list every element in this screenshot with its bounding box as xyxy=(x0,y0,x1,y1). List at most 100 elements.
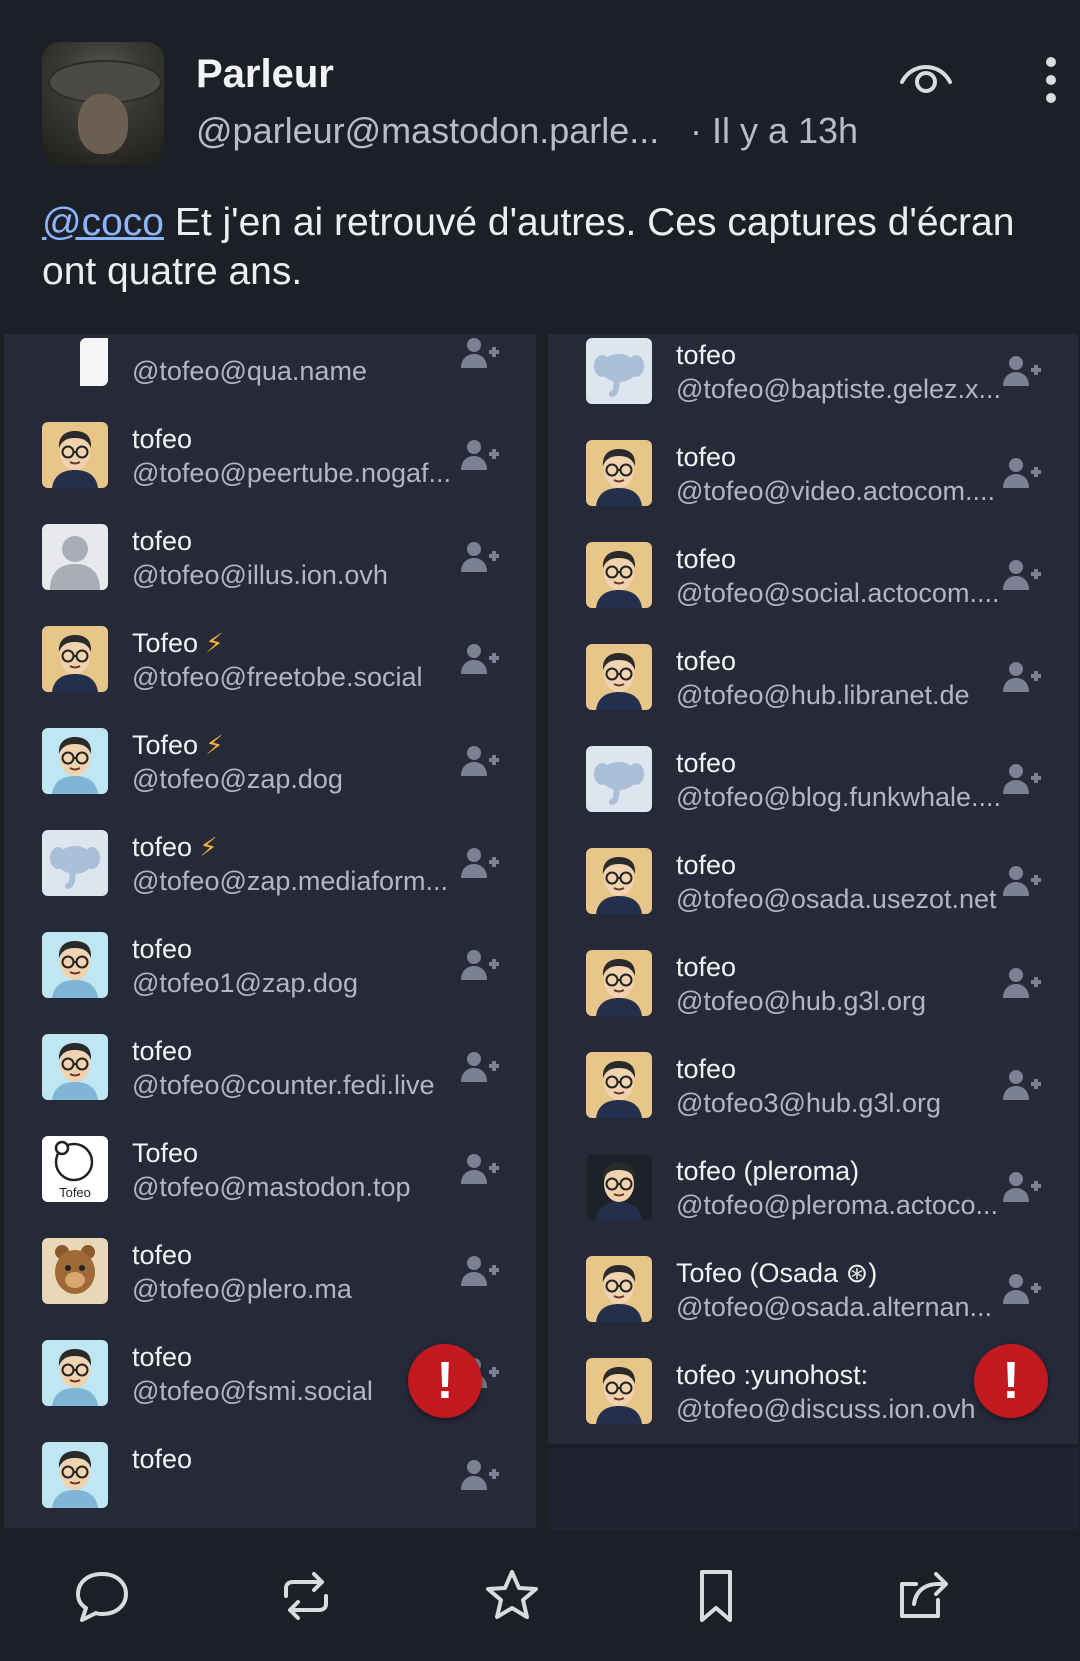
share-icon[interactable] xyxy=(894,1566,954,1626)
account-row[interactable]: tofeo ⚡ @tofeo@zap.mediaform... xyxy=(4,812,536,920)
follow-user-icon[interactable] xyxy=(1002,1068,1042,1102)
account-row[interactable]: tofeo @tofeo@social.actocom.... xyxy=(548,524,1078,632)
follow-user-icon[interactable] xyxy=(460,1458,500,1492)
tofeo-circle-logo: Tofeo xyxy=(42,1136,108,1202)
more-options-icon[interactable] xyxy=(1038,56,1064,104)
account-row[interactable]: tofeo @tofeo1@zap.dog xyxy=(4,914,536,1022)
bear-icon xyxy=(42,1238,108,1304)
account-row[interactable]: tofeo @tofeo@baptiste.gelez.x... xyxy=(548,334,1078,428)
account-name: tofeo xyxy=(676,646,737,676)
t-letter-icon: t xyxy=(42,334,108,386)
post-time: · Il y a 13h xyxy=(690,110,859,151)
account-row[interactable]: tofeo @tofeo@peertube.nogaf... xyxy=(4,404,536,512)
face-avatar-icon xyxy=(586,1358,652,1424)
account-row[interactable]: tofeo @tofeo@blog.funkwhale.... xyxy=(548,728,1078,836)
account-handle: @tofeo@social.actocom.... xyxy=(676,578,1000,608)
follow-user-icon[interactable] xyxy=(1002,1272,1042,1306)
follow-user-icon[interactable] xyxy=(460,846,500,880)
account-row[interactable]: Tofeo Tofeo @tofeo@mastodon.top xyxy=(4,1118,536,1226)
alert-icon: ! xyxy=(974,1344,1048,1418)
follow-user-icon[interactable] xyxy=(1002,864,1042,898)
lightning-icon: ⚡ xyxy=(198,628,224,658)
follow-user-icon[interactable] xyxy=(1002,558,1042,592)
account-name: tofeo xyxy=(676,952,737,982)
face-avatar-icon xyxy=(586,440,652,506)
account-name: tofeo xyxy=(132,526,193,556)
account-handle: @tofeo@blog.funkwhale.... xyxy=(676,782,1002,812)
follow-user-icon[interactable] xyxy=(460,438,500,472)
follow-user-icon[interactable] xyxy=(1002,354,1042,388)
account-handle: @tofeo1@zap.dog xyxy=(132,968,358,998)
account-row[interactable]: tofeo @tofeo@plero.ma xyxy=(4,1220,536,1328)
bookmark-icon[interactable] xyxy=(686,1566,746,1626)
face-avatar-icon xyxy=(586,950,652,1016)
account-handle: @tofeo@freetobe.social xyxy=(132,662,423,692)
face-avatar-icon xyxy=(586,644,652,710)
follow-user-icon[interactable] xyxy=(460,744,500,778)
lightning-icon: ⚡ xyxy=(192,832,218,862)
face-avatar-icon xyxy=(586,1052,652,1118)
account-row[interactable]: tofeo (pleroma) @tofeo@pleroma.actoco... xyxy=(548,1136,1078,1244)
account-row[interactable]: tofeo xyxy=(4,1424,536,1530)
account-row[interactable]: tofeo @tofeo@counter.fedi.live xyxy=(4,1016,536,1124)
face-avatar-icon xyxy=(42,422,108,488)
account-row[interactable]: tofeo @tofeo3@hub.g3l.org xyxy=(548,1034,1078,1142)
follow-user-icon[interactable] xyxy=(460,1254,500,1288)
author-avatar[interactable] xyxy=(42,42,164,164)
account-name: tofeo xyxy=(676,748,737,778)
bottom-action-bar xyxy=(0,1530,1080,1661)
account-handle: @tofeo@plero.ma xyxy=(132,1274,352,1304)
post-body: Et j'en ai retrouvé d'autres. Ces captur… xyxy=(42,201,1015,293)
account-name: tofeo xyxy=(676,850,737,880)
follow-user-icon[interactable] xyxy=(460,642,500,676)
account-handle: @tofeo@osada.usezot.net xyxy=(676,884,997,914)
account-handle: @tofeo@mastodon.top xyxy=(132,1172,411,1202)
account-handle: @tofeo@video.actocom.... xyxy=(676,476,995,506)
account-name: Tofeo ⚡ xyxy=(132,628,224,658)
account-row[interactable]: t @tofeo@qua.name xyxy=(4,334,536,410)
post-text: @coco Et j'en ai retrouvé d'autres. Ces … xyxy=(42,198,1042,296)
account-row[interactable]: tofeo @tofeo@hub.libranet.de xyxy=(548,626,1078,734)
boost-icon[interactable] xyxy=(276,1566,336,1626)
account-row[interactable]: Tofeo ⚡ @tofeo@freetobe.social xyxy=(4,608,536,716)
favourite-icon[interactable] xyxy=(482,1566,542,1626)
mention-link[interactable]: @coco xyxy=(42,201,164,244)
follow-user-icon[interactable] xyxy=(1002,762,1042,796)
account-name: tofeo xyxy=(132,1240,193,1270)
elephant-icon xyxy=(42,830,108,896)
follow-user-icon[interactable] xyxy=(1002,1170,1042,1204)
follow-user-icon[interactable] xyxy=(460,948,500,982)
account-name: Tofeo xyxy=(132,1138,199,1168)
account-handle: @tofeo@baptiste.gelez.x... xyxy=(676,374,1001,404)
account-row[interactable]: tofeo @tofeo@osada.usezot.net xyxy=(548,830,1078,938)
account-name: tofeo xyxy=(132,934,193,964)
account-name: tofeo xyxy=(132,1444,193,1474)
face-avatar-blue-icon xyxy=(42,728,108,794)
account-name: tofeo xyxy=(676,340,737,370)
account-name: tofeo :yunohost: xyxy=(676,1360,869,1390)
follow-user-icon[interactable] xyxy=(460,540,500,574)
face-avatar-icon xyxy=(586,542,652,608)
account-name: tofeo xyxy=(132,1342,193,1372)
follow-user-icon[interactable] xyxy=(460,1050,500,1084)
author-name[interactable]: Parleur xyxy=(196,52,334,97)
author-handle[interactable]: @parleur@mastodon.parle... xyxy=(196,110,659,152)
account-row[interactable]: tofeo @tofeo@hub.g3l.org xyxy=(548,932,1078,1040)
account-row[interactable]: Tofeo (Osada ⊛) @tofeo@osada.alternan... xyxy=(548,1238,1078,1346)
screenshot-right[interactable]: tofeo @tofeo@baptiste.gelez.x... tofeo @tof… xyxy=(548,334,1078,1530)
account-name: tofeo xyxy=(132,424,193,454)
face-avatar-icon xyxy=(42,626,108,692)
eye-icon[interactable] xyxy=(898,56,954,100)
follow-user-icon[interactable] xyxy=(1002,456,1042,490)
reply-icon[interactable] xyxy=(72,1566,132,1626)
follow-user-icon[interactable] xyxy=(460,336,500,370)
screenshot-left[interactable]: t @tofeo@qua.name tofeo @tofeo@peertube.nog… xyxy=(4,334,536,1530)
account-handle: @tofeo@osada.alternan... xyxy=(676,1292,993,1322)
account-row[interactable]: tofeo @tofeo@video.actocom.... xyxy=(548,422,1078,530)
default-person-icon xyxy=(42,524,108,590)
follow-user-icon[interactable] xyxy=(460,1152,500,1186)
follow-user-icon[interactable] xyxy=(1002,966,1042,1000)
account-row[interactable]: tofeo @tofeo@illus.ion.ovh xyxy=(4,506,536,614)
account-row[interactable]: Tofeo ⚡ @tofeo@zap.dog xyxy=(4,710,536,818)
follow-user-icon[interactable] xyxy=(1002,660,1042,694)
